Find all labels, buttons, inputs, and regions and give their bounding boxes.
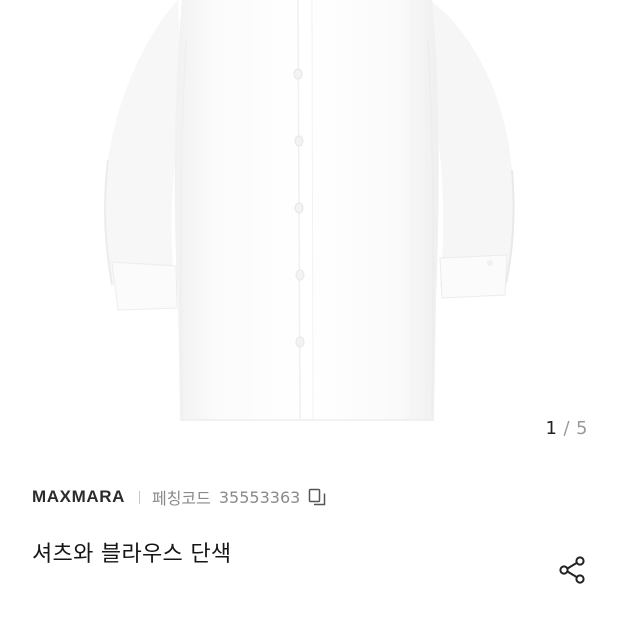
pager-current: 1: [545, 418, 558, 439]
copy-icon: [309, 488, 326, 506]
image-pager: 1/5: [546, 418, 588, 439]
pager-total: 5: [576, 418, 588, 439]
brand-name[interactable]: MAXMARA: [32, 487, 125, 507]
share-button[interactable]: [554, 552, 590, 588]
fetching-code-value: 35553363: [218, 487, 301, 507]
product-image: [104, 0, 515, 421]
copy-code-button[interactable]: [306, 486, 328, 508]
product-title: 셔츠와 블라우스 단색: [32, 542, 232, 567]
product-meta-row: MAXMARA 페칭코드 35553363: [32, 484, 328, 510]
fetching-code-label: 페칭코드: [151, 489, 211, 508]
meta-divider: [138, 490, 140, 504]
share-icon: [559, 556, 585, 584]
product-image-gallery[interactable]: 1/5: [0, 0, 620, 455]
pager-separator: /: [563, 418, 571, 439]
